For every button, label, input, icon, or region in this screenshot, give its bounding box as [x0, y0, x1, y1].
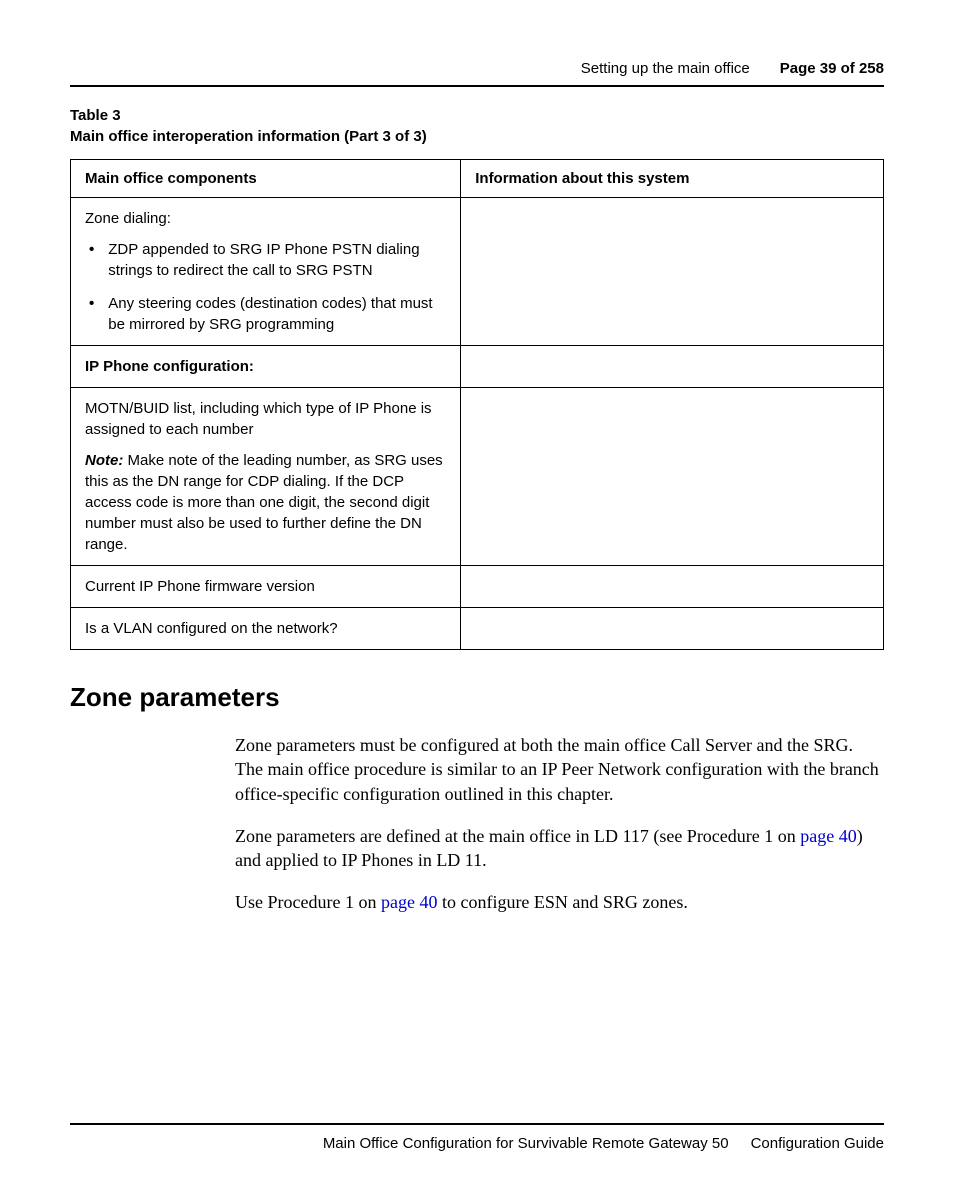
bullet-text: ZDP appended to SRG IP Phone PSTN dialin… [108, 239, 446, 281]
paragraph-use-procedure: Use Procedure 1 on page 40 to configure … [235, 890, 884, 914]
para2-pre: Zone parameters are defined at the main … [235, 826, 800, 846]
motn-buid-note: Note: Make note of the leading number, a… [85, 450, 446, 555]
paragraph-zone-ld117: Zone parameters are defined at the main … [235, 824, 884, 873]
cell-zone-dialing-info [461, 198, 884, 346]
header-page-number: Page 39 of 258 [780, 60, 884, 77]
footer-doc-title: Main Office Configuration for Survivable… [323, 1135, 729, 1152]
page-link[interactable]: page 40 [381, 892, 437, 912]
col-header-components: Main office components [71, 160, 461, 198]
page-header: Setting up the main office Page 39 of 25… [70, 60, 884, 77]
table-caption: Table 3 Main office interoperation infor… [70, 105, 884, 147]
footer-text: Main Office Configuration for Survivable… [70, 1135, 884, 1152]
cell-motn-buid: MOTN/BUID list, including which type of … [71, 388, 461, 566]
table-row: Current IP Phone firmware version [71, 566, 884, 608]
table-row: IP Phone configuration: [71, 346, 884, 388]
section-heading-zone-parameters: Zone parameters [70, 682, 884, 713]
table-row: Is a VLAN configured on the network? [71, 608, 884, 650]
interop-table: Main office components Information about… [70, 159, 884, 650]
para3-post: to configure ESN and SRG zones. [437, 892, 687, 912]
cell-firmware-info [461, 566, 884, 608]
footer-doc-type: Configuration Guide [751, 1135, 884, 1152]
paragraph-zone-intro: Zone parameters must be configured at bo… [235, 733, 884, 806]
cell-zone-dialing: Zone dialing: • ZDP appended to SRG IP P… [71, 198, 461, 346]
list-item: • ZDP appended to SRG IP Phone PSTN dial… [85, 239, 446, 281]
footer-rule [70, 1123, 884, 1125]
motn-buid-text: MOTN/BUID list, including which type of … [85, 398, 446, 440]
cell-vlan-info [461, 608, 884, 650]
bullet-icon: • [89, 239, 94, 281]
table-header-row: Main office components Information about… [71, 160, 884, 198]
table-caption-title: Main office interoperation information (… [70, 126, 884, 147]
zone-dialing-bullets: • ZDP appended to SRG IP Phone PSTN dial… [85, 239, 446, 335]
table-row: MOTN/BUID list, including which type of … [71, 388, 884, 566]
col-header-info: Information about this system [461, 160, 884, 198]
table-row: Zone dialing: • ZDP appended to SRG IP P… [71, 198, 884, 346]
note-label: Note: [85, 452, 123, 469]
cell-firmware: Current IP Phone firmware version [71, 566, 461, 608]
cell-ip-phone-config-info [461, 346, 884, 388]
page-footer: Main Office Configuration for Survivable… [70, 1123, 884, 1152]
bullet-icon: • [89, 293, 94, 335]
cell-ip-phone-config: IP Phone configuration: [71, 346, 461, 388]
bullet-text: Any steering codes (destination codes) t… [108, 293, 446, 335]
cell-vlan: Is a VLAN configured on the network? [71, 608, 461, 650]
header-section-title: Setting up the main office [581, 60, 750, 77]
page-link[interactable]: page 40 [800, 826, 856, 846]
zone-dialing-label: Zone dialing: [85, 208, 446, 229]
note-text: Make note of the leading number, as SRG … [85, 452, 443, 553]
header-rule [70, 85, 884, 87]
para3-pre: Use Procedure 1 on [235, 892, 381, 912]
table-caption-number: Table 3 [70, 105, 884, 126]
list-item: • Any steering codes (destination codes)… [85, 293, 446, 335]
cell-motn-buid-info [461, 388, 884, 566]
